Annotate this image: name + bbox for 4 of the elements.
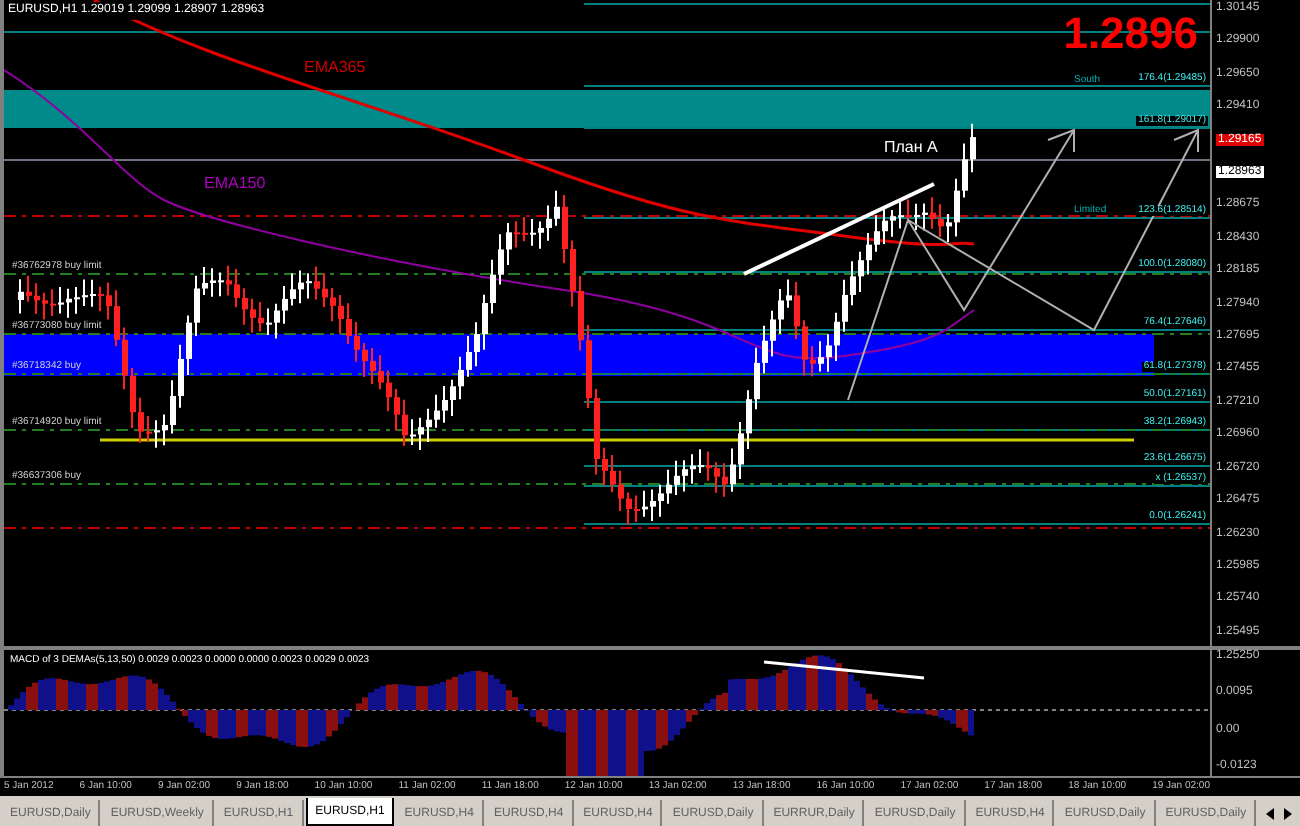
plan-label: План А <box>884 140 938 156</box>
current-price: 1.2896 <box>1063 12 1198 56</box>
indicator-label: EMA365 <box>304 60 366 76</box>
indicator-label: EMA150 <box>204 176 266 192</box>
